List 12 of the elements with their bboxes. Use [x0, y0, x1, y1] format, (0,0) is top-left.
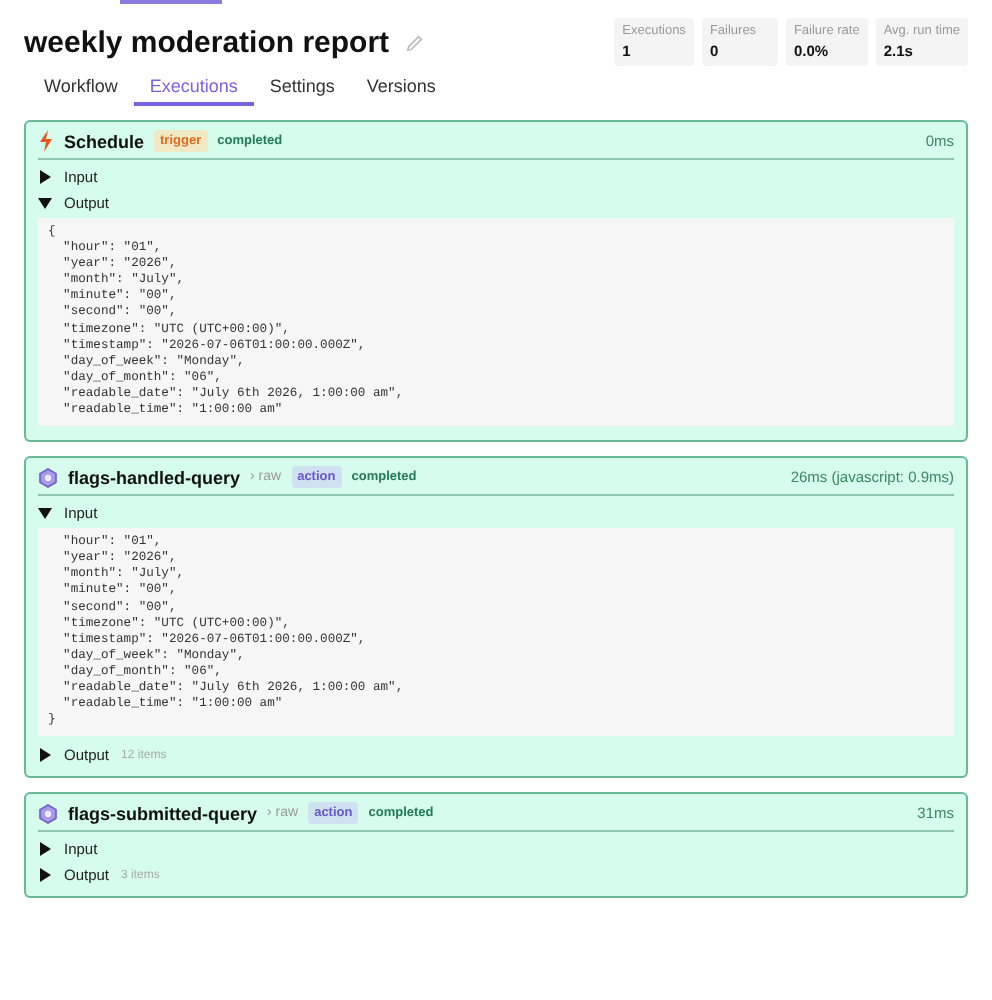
tab[interactable]: Versions [350, 70, 452, 106]
hexagon-icon [38, 803, 58, 824]
tab[interactable]: Settings [253, 70, 351, 106]
step-name: flags-handled-query [68, 467, 241, 488]
hexagon-icon [38, 467, 58, 488]
step-name: flags-submitted-query [68, 803, 258, 824]
step-name: Schedule [64, 131, 145, 151]
workflow-title: weekly moderation report [24, 25, 390, 59]
pencil-icon[interactable] [405, 33, 424, 51]
tab[interactable]: Workflow [28, 70, 134, 106]
lightning-icon [38, 130, 54, 152]
tab[interactable]: Executions [133, 70, 254, 106]
